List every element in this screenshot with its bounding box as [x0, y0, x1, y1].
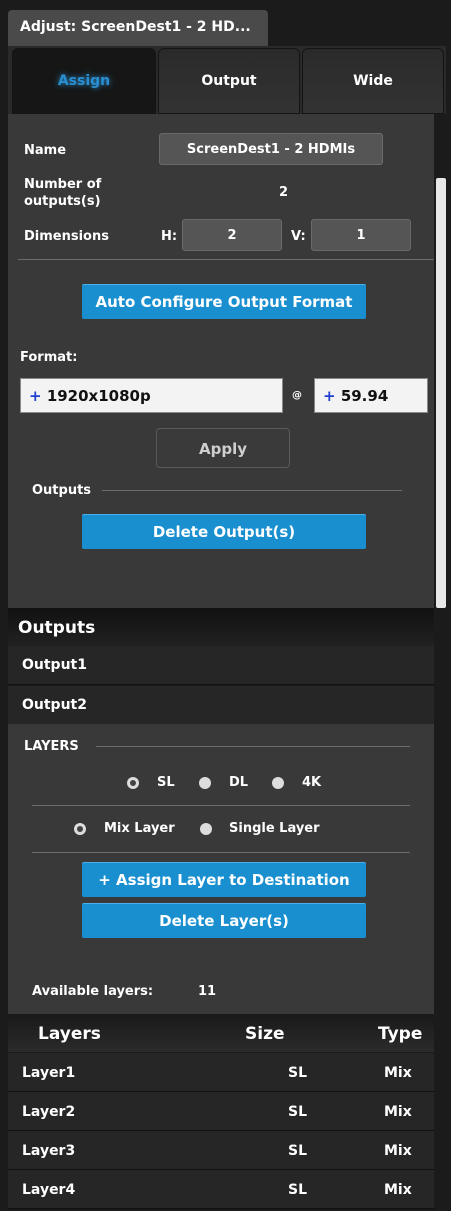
outputs-count-label-line1: Number of [24, 177, 102, 192]
layer-name: Layer2 [22, 1104, 76, 1120]
radio-mix-layer-label: Mix Layer [104, 821, 175, 836]
apply-button[interactable]: Apply [156, 428, 290, 468]
radio-single-layer-label: Single Layer [229, 821, 320, 836]
layer-name: Layer1 [22, 1065, 76, 1081]
name-field[interactable]: ScreenDest1 - 2 HDMIs [159, 133, 383, 165]
tab-wide[interactable]: Wide [302, 48, 444, 114]
available-layers-value: 11 [198, 984, 217, 999]
rate-value: 59.94 [340, 387, 389, 405]
auto-configure-button[interactable]: Auto Configure Output Format [82, 284, 366, 319]
divider [102, 490, 402, 491]
radio-sl-label: SL [157, 775, 175, 790]
format-select[interactable]: + 1920x1080p [20, 378, 283, 413]
layers-table-header: Layers Size Type [8, 1016, 434, 1052]
tab-assign[interactable]: Assign [12, 48, 156, 114]
layer-name: Layer3 [22, 1143, 76, 1159]
layer-size: SL [288, 1104, 308, 1120]
divider [96, 746, 410, 747]
column-header-size[interactable]: Size [245, 1024, 285, 1044]
layer-size: SL [288, 1065, 308, 1081]
table-row[interactable]: Layer4 SL Mix [8, 1170, 434, 1209]
scrollbar[interactable] [436, 178, 446, 608]
name-label: Name [24, 143, 67, 158]
plus-icon: + [29, 387, 42, 405]
divider [18, 259, 434, 260]
window-title: Adjust: ScreenDest1 - 2 HD... [8, 10, 268, 46]
assign-config-panel: Name ScreenDest1 - 2 HDMIs Number of out… [8, 114, 434, 608]
table-row[interactable]: Layer1 SL Mix [8, 1053, 434, 1092]
v-label: V: [291, 229, 306, 244]
layer-size: SL [288, 1143, 308, 1159]
h-label: H: [161, 229, 178, 244]
divider [32, 852, 410, 853]
layer-type: Mix [384, 1143, 412, 1159]
outputs-count-label-line2: outputs(s) [24, 194, 101, 209]
radio-dl[interactable] [199, 777, 211, 789]
rate-select[interactable]: + 59.94 [314, 378, 428, 413]
tab-bar: Assign Output Wide [8, 46, 446, 114]
plus-icon: + [323, 387, 336, 405]
layer-type: Mix [384, 1104, 412, 1120]
layer-type: Mix [384, 1065, 412, 1081]
radio-dl-label: DL [229, 775, 249, 790]
outputs-count-value: 2 [279, 185, 289, 200]
delete-outputs-button[interactable]: Delete Output(s) [82, 514, 366, 549]
v-dimension-field[interactable]: 1 [311, 219, 411, 251]
column-header-type[interactable]: Type [378, 1024, 422, 1044]
table-row[interactable]: Layer2 SL Mix [8, 1092, 434, 1131]
layers-title: LAYERS [24, 739, 79, 754]
tab-output[interactable]: Output [158, 48, 300, 114]
radio-4k-label: 4K [302, 775, 322, 790]
output-list-item[interactable]: Output1 [8, 646, 434, 685]
delete-layers-button[interactable]: Delete Layer(s) [82, 903, 366, 938]
radio-single-layer[interactable] [200, 823, 212, 835]
layer-size: SL [288, 1182, 308, 1198]
outputs-sub-label: Outputs [32, 483, 92, 498]
radio-4k[interactable] [272, 777, 284, 789]
assign-layer-button[interactable]: + Assign Layer to Destination [82, 862, 366, 897]
layers-panel: LAYERS SL DL 4K Mix Layer Single Layer +… [8, 724, 434, 1014]
divider [32, 805, 410, 806]
format-label: Format: [20, 350, 78, 365]
format-value: 1920x1080p [46, 387, 151, 405]
output-list-item[interactable]: Output2 [8, 686, 434, 725]
available-layers-label: Available layers: [32, 984, 154, 999]
dimensions-label: Dimensions [24, 229, 109, 244]
layer-type: Mix [384, 1182, 412, 1198]
radio-sl[interactable] [127, 777, 139, 789]
column-header-layers[interactable]: Layers [38, 1024, 101, 1044]
radio-mix-layer[interactable] [74, 823, 86, 835]
table-row[interactable]: Layer3 SL Mix [8, 1131, 434, 1170]
outputs-section-header: Outputs [8, 608, 434, 648]
h-dimension-field[interactable]: 2 [182, 219, 282, 251]
layer-name: Layer4 [22, 1182, 76, 1198]
at-symbol: @ [292, 390, 302, 401]
